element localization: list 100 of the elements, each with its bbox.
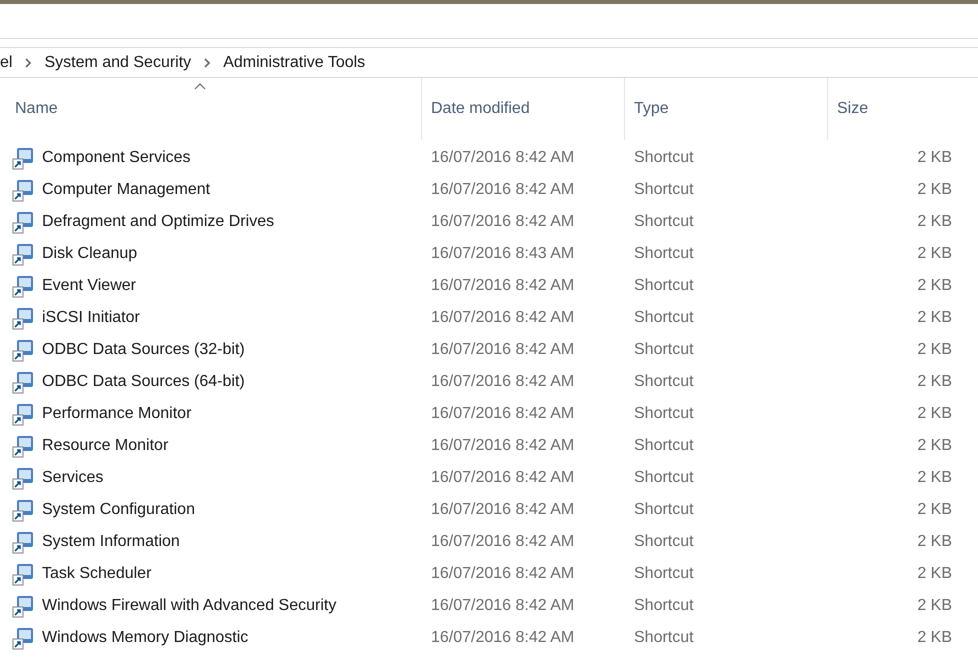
file-name: Performance Monitor — [42, 404, 192, 424]
file-type: Shortcut — [634, 245, 694, 262]
file-type: Shortcut — [634, 309, 694, 326]
shortcut-icon — [12, 562, 36, 586]
file-type: Shortcut — [634, 149, 694, 166]
shortcut-icon — [12, 178, 36, 202]
file-type: Shortcut — [634, 373, 694, 390]
file-size: 2 KB — [917, 500, 952, 520]
shortcut-icon — [12, 498, 36, 522]
shortcut-icon — [12, 274, 36, 298]
shortcut-icon — [12, 242, 36, 266]
file-size: 2 KB — [917, 180, 952, 200]
date-modified: 16/07/2016 8:42 AM — [431, 213, 574, 230]
file-row[interactable]: Event Viewer 16/07/2016 8:42 AM Shortcut 2 KB — [0, 270, 978, 302]
shortcut-icon — [12, 370, 36, 394]
date-modified: 16/07/2016 8:42 AM — [431, 309, 574, 326]
file-size: 2 KB — [917, 308, 952, 328]
file-size: 2 KB — [917, 340, 952, 360]
column-header[interactable]: Type — [625, 78, 828, 140]
file-row[interactable]: Computer Management 16/07/2016 8:42 AM Shortcut 2 KB — [0, 174, 978, 206]
date-modified: 16/07/2016 8:42 AM — [431, 501, 574, 518]
file-row[interactable]: Services 16/07/2016 8:42 AM Shortcut 2 KB — [0, 462, 978, 494]
file-name: Component Services — [42, 148, 191, 168]
shortcut-icon — [12, 210, 36, 234]
file-row[interactable]: Defragment and Optimize Drives 16/07/2016 8:42 AM Shortcut 2 KB — [0, 206, 978, 238]
file-row[interactable]: System Configuration 16/07/2016 8:42 AM Shortcut 2 KB — [0, 494, 978, 526]
date-modified: 16/07/2016 8:42 AM — [431, 149, 574, 166]
date-modified: 16/07/2016 8:42 AM — [431, 533, 574, 550]
file-size: 2 KB — [917, 596, 952, 616]
file-size: 2 KB — [917, 468, 952, 488]
file-name: Disk Cleanup — [42, 244, 138, 264]
file-size: 2 KB — [917, 372, 952, 392]
column-header[interactable]: Size — [828, 78, 962, 140]
file-size: 2 KB — [917, 436, 952, 456]
file-type: Shortcut — [634, 277, 694, 294]
file-name: Task Scheduler — [42, 564, 152, 584]
date-modified: 16/07/2016 8:42 AM — [431, 277, 574, 294]
file-size: 2 KB — [917, 244, 952, 264]
file-row[interactable]: Disk Cleanup 16/07/2016 8:43 AM Shortcut 2 KB — [0, 238, 978, 270]
file-type: Shortcut — [634, 501, 694, 518]
file-row[interactable]: iSCSI Initiator 16/07/2016 8:42 AM Shortcut 2 KB — [0, 302, 978, 334]
file-name: iSCSI Initiator — [42, 308, 140, 328]
shortcut-icon — [12, 306, 36, 330]
file-row[interactable]: Resource Monitor 16/07/2016 8:42 AM Shortcut 2 KB — [0, 430, 978, 462]
breadcrumb-item[interactable]: Administrative Tools — [223, 50, 366, 74]
shortcut-icon — [12, 530, 36, 554]
file-size: 2 KB — [917, 212, 952, 232]
file-row[interactable]: Component Services 16/07/2016 8:42 AM Shortcut 2 KB — [0, 142, 978, 174]
breadcrumb-item[interactable]: System and Security — [44, 50, 192, 74]
date-modified: 16/07/2016 8:42 AM — [431, 437, 574, 454]
breadcrumb-item[interactable]: el — [0, 50, 12, 74]
date-modified: 16/07/2016 8:42 AM — [431, 405, 574, 422]
file-type: Shortcut — [634, 437, 694, 454]
file-type: Shortcut — [634, 213, 694, 230]
shortcut-icon — [12, 146, 36, 170]
file-name: Event Viewer — [42, 276, 136, 296]
file-name: Resource Monitor — [42, 436, 168, 456]
file-size: 2 KB — [917, 276, 952, 296]
chevron-right-icon — [203, 58, 212, 68]
date-modified: 16/07/2016 8:42 AM — [431, 629, 574, 646]
file-row[interactable]: Task Scheduler 16/07/2016 8:42 AM Shortcut 2 KB — [0, 558, 978, 590]
file-name: ODBC Data Sources (32-bit) — [42, 340, 245, 360]
file-size: 2 KB — [917, 148, 952, 168]
file-row[interactable]: Windows Firewall with Advanced Security 16/07/2016 8:42 AM Shortcut 2 KB — [0, 590, 978, 622]
file-row[interactable]: Windows Memory Diagnostic 16/07/2016 8:42 AM Shortcut 2 KB — [0, 622, 978, 654]
date-modified: 16/07/2016 8:42 AM — [431, 597, 574, 614]
chevron-right-icon — [24, 58, 32, 68]
file-type: Shortcut — [634, 629, 694, 646]
file-type: Shortcut — [634, 341, 694, 358]
file-name: System Configuration — [42, 500, 195, 520]
file-name: Computer Management — [42, 180, 210, 200]
file-name: Windows Memory Diagnostic — [42, 628, 248, 648]
file-type: Shortcut — [634, 533, 694, 550]
shortcut-icon — [12, 626, 36, 650]
shortcut-icon — [12, 338, 36, 362]
column-header[interactable]: Name — [0, 78, 422, 140]
column-header[interactable]: Date modified — [422, 78, 625, 140]
file-row[interactable]: ODBC Data Sources (32-bit) 16/07/2016 8:42 AM Shortcut 2 KB — [0, 334, 978, 366]
file-row[interactable]: System Information 16/07/2016 8:42 AM Shortcut 2 KB — [0, 526, 978, 558]
file-name: Services — [42, 468, 104, 488]
file-name: System Information — [42, 532, 180, 552]
file-size: 2 KB — [917, 532, 952, 552]
file-type: Shortcut — [634, 597, 694, 614]
date-modified: 16/07/2016 8:42 AM — [431, 181, 574, 198]
file-size: 2 KB — [917, 628, 952, 648]
date-modified: 16/07/2016 8:42 AM — [431, 565, 574, 582]
file-name: Windows Firewall with Advanced Security — [42, 596, 336, 616]
file-type: Shortcut — [634, 565, 694, 582]
shortcut-icon — [12, 402, 36, 426]
file-name: Defragment and Optimize Drives — [42, 212, 274, 232]
date-modified: 16/07/2016 8:43 AM — [431, 245, 574, 262]
shortcut-icon — [12, 594, 36, 618]
file-type: Shortcut — [634, 469, 694, 486]
file-size: 2 KB — [917, 564, 952, 584]
file-type: Shortcut — [634, 181, 694, 198]
file-row[interactable]: Performance Monitor 16/07/2016 8:42 AM Shortcut 2 KB — [0, 398, 978, 430]
shortcut-icon — [12, 434, 36, 458]
file-row[interactable]: ODBC Data Sources (64-bit) 16/07/2016 8:42 AM Shortcut 2 KB — [0, 366, 978, 398]
shortcut-icon — [12, 466, 36, 490]
date-modified: 16/07/2016 8:42 AM — [431, 341, 574, 358]
